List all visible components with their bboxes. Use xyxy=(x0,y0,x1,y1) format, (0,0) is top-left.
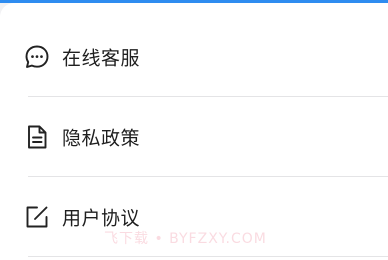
settings-sheet: 在线客服 隐私政策 用户协议 xyxy=(0,3,388,260)
chat-bubble-icon xyxy=(24,44,50,70)
menu-item-label: 在线客服 xyxy=(62,47,141,70)
menu-item-privacy-policy[interactable]: 隐私政策 xyxy=(0,97,388,177)
document-icon xyxy=(24,124,50,150)
menu-item-label: 隐私政策 xyxy=(62,127,141,150)
edit-icon xyxy=(24,204,50,230)
menu-item-label: 用户协议 xyxy=(62,207,141,230)
menu-item-customer-service[interactable]: 在线客服 xyxy=(0,17,388,97)
settings-menu: 在线客服 隐私政策 用户协议 xyxy=(0,17,388,257)
menu-item-user-agreement[interactable]: 用户协议 xyxy=(0,177,388,257)
divider xyxy=(28,256,388,257)
